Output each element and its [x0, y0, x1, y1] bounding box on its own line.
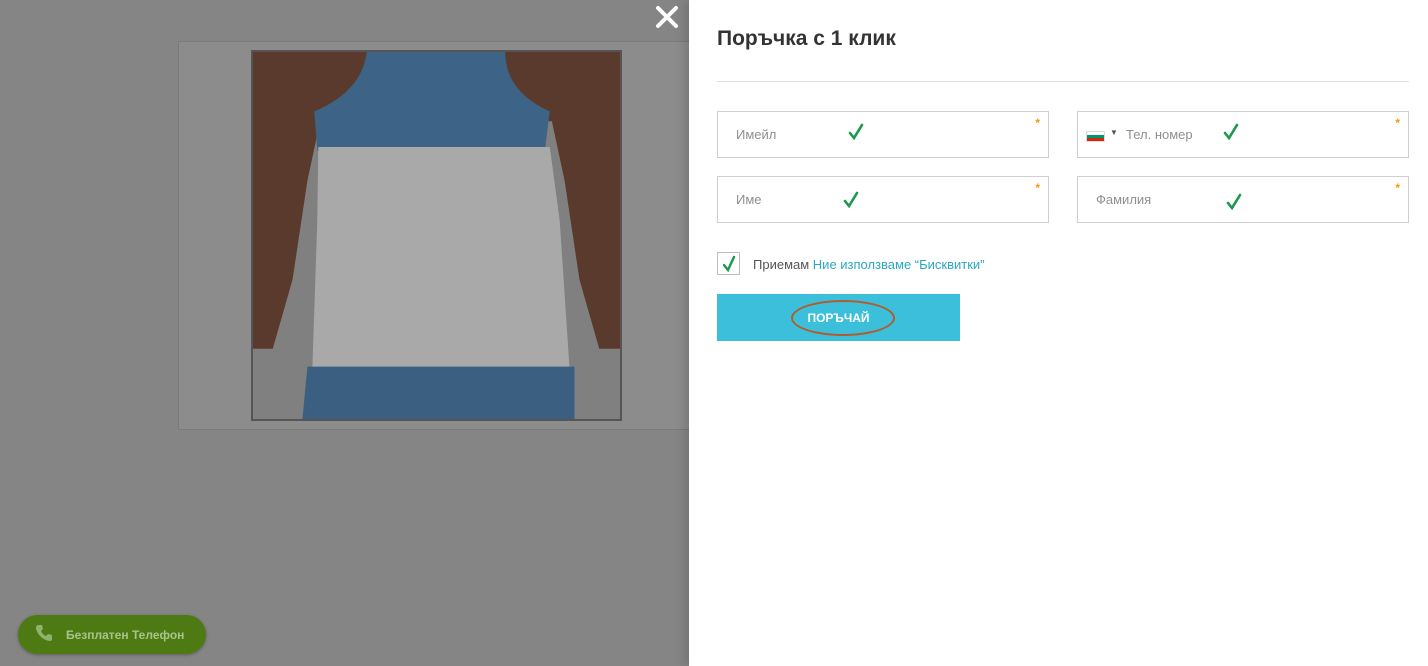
bg-flag-icon[interactable] — [1086, 131, 1105, 142]
phone-field[interactable]: ▼ Тел. номер * — [1077, 111, 1409, 158]
product-image — [251, 50, 622, 421]
terms-checkbox[interactable] — [717, 252, 740, 275]
phone-icon — [34, 623, 54, 646]
order-button-label: ПОРЪЧАЙ — [807, 310, 870, 325]
one-click-order-panel: Поръчка с 1 клик Имейл * ▼ Тел. номер * … — [689, 0, 1428, 666]
email-placeholder: Имейл — [736, 127, 777, 142]
required-asterisk: * — [1035, 116, 1040, 130]
valid-check-icon — [1226, 193, 1242, 211]
valid-check-icon — [848, 123, 864, 141]
order-button[interactable]: ПОРЪЧАЙ — [717, 294, 960, 341]
country-dropdown-caret-icon[interactable]: ▼ — [1110, 128, 1118, 137]
last-name-field[interactable]: Фамилия * — [1077, 176, 1409, 223]
divider — [717, 81, 1409, 82]
valid-check-icon — [843, 191, 859, 209]
required-asterisk: * — [1395, 181, 1400, 195]
email-field[interactable]: Имейл * — [717, 111, 1049, 158]
free-phone-button[interactable]: Безплатен Телефон — [18, 615, 206, 654]
last-name-placeholder: Фамилия — [1096, 192, 1152, 207]
close-icon[interactable] — [652, 2, 682, 32]
required-asterisk: * — [1035, 181, 1040, 195]
free-phone-label: Безплатен Телефон — [66, 627, 185, 642]
valid-check-icon — [1223, 123, 1239, 141]
terms-label: Приемам Ние използваме “Бисквитки” — [753, 257, 985, 272]
required-asterisk: * — [1395, 116, 1400, 130]
checkmark-icon — [722, 255, 736, 273]
phone-placeholder: Тел. номер — [1126, 127, 1193, 142]
panel-title: Поръчка с 1 клик — [717, 27, 896, 50]
terms-prefix: Приемам — [753, 257, 810, 272]
cookies-link[interactable]: Ние използваме “Бисквитки” — [813, 257, 985, 272]
first-name-field[interactable]: Име * — [717, 176, 1049, 223]
first-name-placeholder: Име — [736, 192, 762, 207]
